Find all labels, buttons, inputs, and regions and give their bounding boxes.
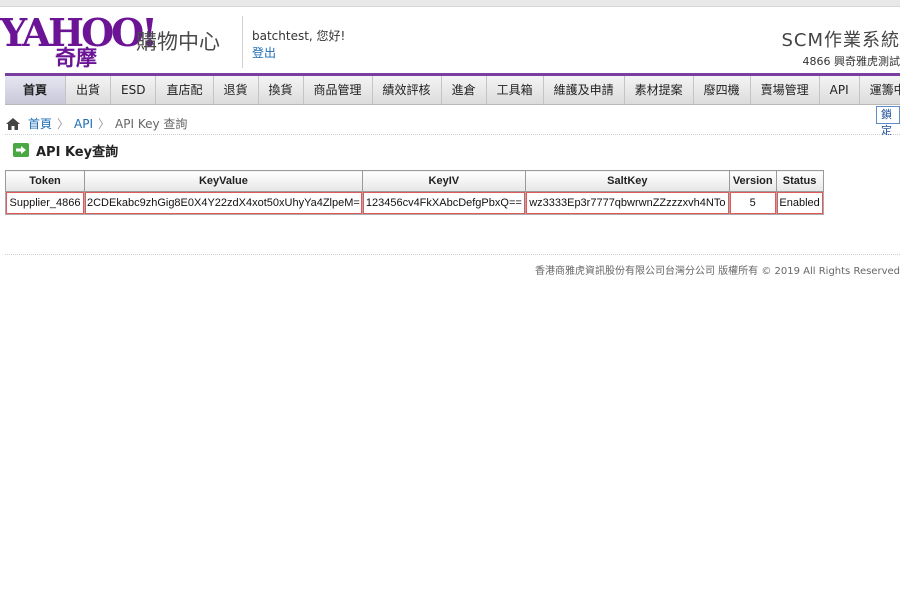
nav-item-api[interactable]: API — [820, 76, 860, 104]
cell-keyvalue: 2CDEkabc9zhGig8E0X4Y22zdX4xot50xUhyYa4Zl… — [84, 191, 363, 215]
cell-saltkey: wz3333Ep3r7777qbwrwnZZzzzxvh4NTo — [524, 191, 730, 215]
vendor-info: 4866 興奇雅虎測試 — [802, 55, 900, 68]
column-header-version: Version — [728, 170, 777, 192]
breadcrumb-api[interactable]: API — [74, 117, 93, 131]
main-nav: 首頁 出貨 ESD 直店配 退貨 換貨 商品管理 績效評核 進倉 工具箱 維護及… — [5, 73, 900, 105]
nav-item-exchange[interactable]: 換貨 — [259, 76, 304, 104]
nav-item-recycling[interactable]: 廢四機 — [694, 76, 751, 104]
logout-link[interactable]: 登出 — [252, 44, 276, 61]
nav-item-performance[interactable]: 績效評核 — [373, 76, 442, 104]
nav-item-material-proposal[interactable]: 素材提案 — [625, 76, 694, 104]
cell-keyiv: 123456cv4FkXAbcDefgPbxQ== — [361, 191, 526, 215]
header-divider — [242, 16, 243, 68]
nav-item-toolbox[interactable]: 工具箱 — [487, 76, 544, 104]
breadcrumb-current: API Key 查詢 — [115, 117, 188, 131]
table-row: Supplier_4866 2CDEkabc9zhGig8E0X4Y22zdX4… — [5, 191, 824, 215]
nav-item-store-management[interactable]: 賣場管理 — [751, 76, 820, 104]
nav-item-logistics[interactable]: 運籌中心 — [860, 76, 900, 104]
status-badge: Enabled — [775, 191, 824, 215]
system-title: SCM作業系統 — [781, 30, 900, 51]
column-header-keyvalue: KeyValue — [84, 170, 363, 192]
nav-item-shipping[interactable]: 出貨 — [66, 76, 112, 104]
nav-item-direct-delivery[interactable]: 直店配 — [156, 76, 214, 104]
api-key-table: Token KeyValue KeyIV SaltKey Version Sta… — [5, 170, 824, 215]
column-header-status: Status — [775, 170, 824, 192]
nav-item-product-management[interactable]: 商品管理 — [304, 76, 373, 104]
footer-divider — [5, 254, 900, 255]
nav-item-maintenance[interactable]: 維護及申請 — [544, 76, 625, 104]
shop-name: 購物中心 — [136, 30, 220, 54]
lock-button[interactable]: 鎖定 — [876, 106, 900, 137]
breadcrumb-home[interactable]: 首頁 — [28, 115, 52, 132]
browser-top-bar — [0, 0, 900, 7]
yahoo-logo[interactable]: YAHOO! 奇摩 購物中心 — [0, 12, 240, 74]
column-header-saltkey: SaltKey — [524, 170, 730, 192]
breadcrumb-separator: 〉 — [98, 117, 111, 131]
breadcrumb-separator: 〉 — [57, 117, 70, 131]
breadcrumb: 首頁 〉 API 〉 API Key 查詢 — [6, 115, 187, 132]
nav-item-esd[interactable]: ESD — [111, 76, 157, 104]
nav-item-returns[interactable]: 退貨 — [214, 76, 259, 104]
copyright-text: 香港商雅虎資訊股份有限公司台灣分公司 版權所有 © 2019 All Right… — [534, 266, 900, 277]
column-header-token: Token — [5, 170, 85, 192]
user-greeting: batchtest, 您好! — [252, 29, 346, 43]
nav-item-warehouse-in[interactable]: 進倉 — [442, 76, 487, 104]
cell-token: Supplier_4866 — [5, 191, 85, 215]
arrow-right-icon — [13, 143, 29, 157]
divider — [5, 134, 900, 135]
page-title: API Key查詢 — [36, 145, 119, 160]
logo-subtext: 奇摩 — [55, 46, 97, 70]
table-header-row: Token KeyValue KeyIV SaltKey Version Sta… — [5, 170, 824, 192]
column-header-keyiv: KeyIV — [361, 170, 526, 192]
cell-version: 5 — [728, 191, 777, 215]
nav-item-home[interactable]: 首頁 — [5, 76, 67, 104]
home-icon[interactable] — [6, 117, 20, 130]
